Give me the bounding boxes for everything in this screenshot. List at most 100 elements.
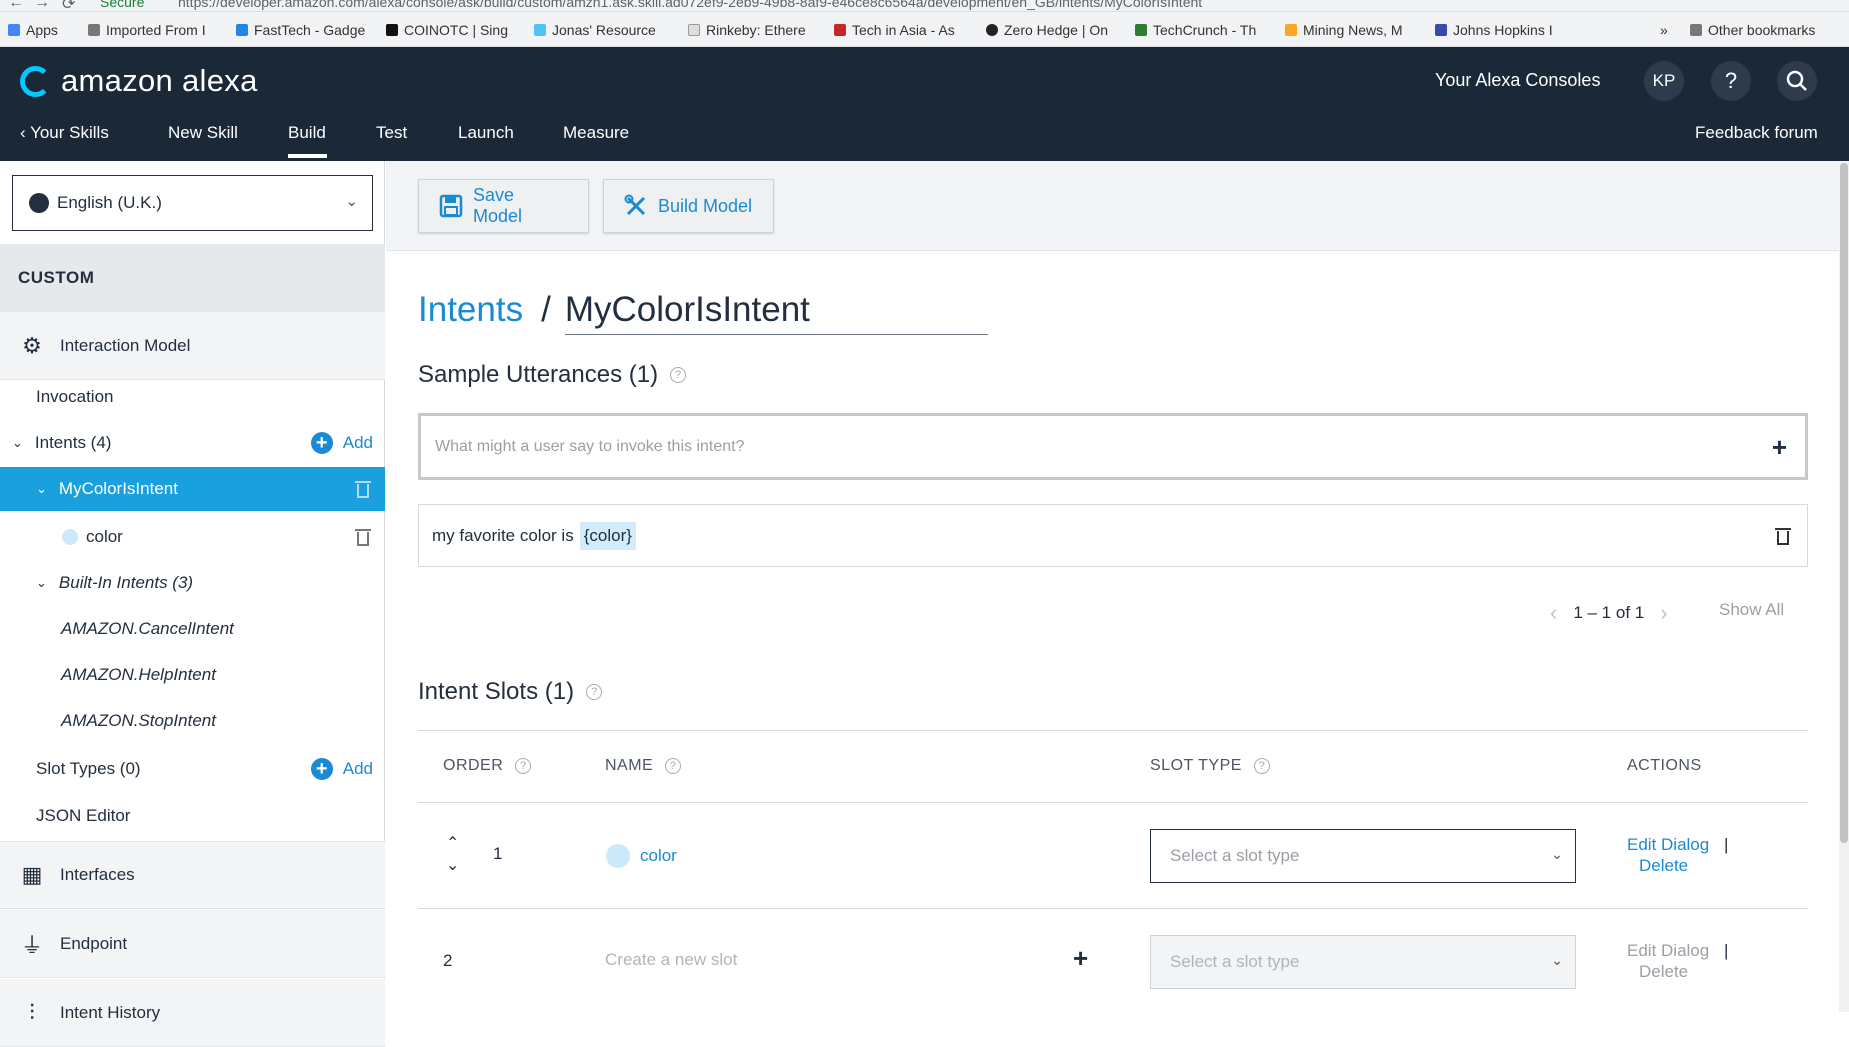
zerohedge-icon	[986, 24, 998, 36]
slot-dot-icon	[606, 844, 630, 868]
slot-order: 1	[493, 844, 503, 863]
help-icon[interactable]: ?	[670, 367, 687, 383]
consoles-menu[interactable]: Your Alexa Consoles	[1435, 70, 1600, 91]
reorder-control[interactable]: ⌃ ⌄	[446, 833, 459, 877]
alexa-logo[interactable]: amazon alexa	[20, 63, 258, 99]
bookmark-item[interactable]: Zero Hedge | On	[986, 22, 1108, 38]
sidebar-endpoint[interactable]: ⏚ Endpoint	[0, 910, 385, 978]
sidebar-item-mycolorisintent[interactable]: ⌄ MyColorIsIntent	[0, 467, 385, 511]
other-bookmarks[interactable]: Other bookmarks	[1690, 22, 1815, 38]
search-button[interactable]	[1777, 61, 1817, 101]
edit-dialog-link[interactable]: Edit Dialog	[1627, 941, 1709, 960]
sidebar-interfaces[interactable]: ▦ Interfaces	[0, 841, 385, 909]
help-icon[interactable]: ?	[515, 758, 532, 774]
delete-slot-icon[interactable]	[355, 527, 371, 547]
alexa-ring-icon	[20, 65, 51, 97]
sidebar-item-invocation[interactable]: Invocation	[0, 375, 385, 419]
url-field[interactable]: https://developer.amazon.com/alexa/conso…	[178, 0, 1202, 10]
save-model-button[interactable]: Save Model	[418, 179, 589, 233]
bookmark-item[interactable]: Jonas' Resource	[534, 22, 656, 38]
slot-type-select[interactable]: Select a slot type ⌄	[1150, 829, 1576, 883]
globe-icon	[29, 193, 49, 213]
breadcrumb-separator: /	[541, 290, 551, 329]
sidebar-item-cancel-intent[interactable]: AMAZON.CancelIntent	[0, 607, 385, 651]
nav-test[interactable]: Test	[376, 123, 407, 143]
chevron-right-icon[interactable]: ›	[1660, 600, 1667, 626]
nav-new-skill[interactable]: New Skill	[168, 123, 238, 143]
sidebar-intent-history[interactable]: ⫶ Intent History	[0, 979, 385, 1047]
slot-type-select[interactable]: Select a slot type ⌄	[1150, 935, 1576, 989]
sidebar-item-help-intent[interactable]: AMAZON.HelpIntent	[0, 653, 385, 697]
action-separator: |	[1723, 941, 1729, 960]
model-toolbar: Save Model Build Model	[386, 161, 1839, 251]
search-icon	[1786, 70, 1807, 91]
reload-icon[interactable]: ⟳	[62, 0, 75, 11]
slot-name-link[interactable]: color	[606, 844, 677, 868]
jonas-icon	[534, 24, 546, 36]
utterance-slot-chip[interactable]: {color}	[579, 521, 636, 550]
help-button[interactable]: ?	[1711, 61, 1751, 101]
sidebar-item-slot-color[interactable]: color	[0, 515, 385, 559]
bookmark-item[interactable]: Mining News, M	[1285, 22, 1403, 38]
user-avatar[interactable]: KP	[1644, 61, 1684, 101]
bookmark-item[interactable]: Imported From I	[88, 22, 206, 38]
delete-slot-link[interactable]: Delete	[1639, 962, 1688, 981]
delete-intent-icon[interactable]	[355, 479, 371, 499]
build-model-button[interactable]: Build Model	[603, 179, 774, 233]
utterance-pager: ‹ 1 – 1 of 1 ›	[1550, 600, 1668, 626]
sidebar-interaction-model[interactable]: ⚙ Interaction Model	[0, 312, 385, 380]
edit-dialog-link[interactable]: Edit Dialog	[1627, 835, 1709, 854]
bookmark-item[interactable]: Johns Hopkins I	[1435, 22, 1553, 38]
sidebar-item-json-editor[interactable]: JSON Editor	[0, 794, 385, 838]
sidebar-item-intents[interactable]: ⌄ Intents (4) + Add	[0, 421, 385, 465]
brand-name: amazon alexa	[61, 63, 258, 98]
techcrunch-icon	[1135, 24, 1147, 36]
custom-section-header: CUSTOM	[0, 244, 385, 312]
show-all-link[interactable]: Show All	[1719, 600, 1784, 620]
add-intent-button[interactable]: + Add	[310, 432, 373, 454]
scrollbar-thumb[interactable]	[1840, 163, 1848, 843]
nav-launch[interactable]: Launch	[458, 123, 514, 143]
bookmark-item[interactable]: TechCrunch - Th	[1135, 22, 1256, 38]
bookmark-item[interactable]: COINOTC | Sing	[386, 22, 508, 38]
sidebar-item-slot-types[interactable]: Slot Types (0) + Add	[0, 747, 385, 791]
intent-slots-title: Intent Slots (1) ?	[418, 678, 603, 706]
add-slot-type-button[interactable]: + Add	[310, 758, 373, 780]
forward-icon[interactable]: →	[34, 0, 50, 11]
intent-name-field[interactable]: MyColorIsIntent	[564, 290, 988, 335]
feedback-forum-link[interactable]: Feedback forum	[1695, 123, 1818, 143]
new-slot-input[interactable]: Create a new slot	[605, 950, 737, 970]
bookmark-item[interactable]: Tech in Asia - As	[834, 22, 955, 38]
nav-your-skills[interactable]: ‹ Your Skills	[20, 123, 109, 143]
bookmark-item[interactable]: FastTech - Gadge	[236, 22, 365, 38]
sidebar-item-stop-intent[interactable]: AMAZON.StopIntent	[0, 699, 385, 743]
utterance-input[interactable]: What might a user say to invoke this int…	[418, 413, 1808, 480]
bookmark-apps[interactable]: Apps	[8, 22, 58, 38]
top-navigation: amazon alexa Your Alexa Consoles KP ? ‹ …	[0, 47, 1849, 161]
delete-utterance-icon[interactable]	[1775, 526, 1791, 546]
breadcrumb-intents-link[interactable]: Intents	[418, 290, 523, 330]
tools-icon	[624, 194, 646, 216]
language-select[interactable]: English (U.K.) ⌄	[12, 175, 373, 231]
column-header-name: NAME?	[605, 757, 682, 775]
fasttech-icon	[236, 24, 248, 36]
nav-measure[interactable]: Measure	[563, 123, 629, 143]
chevron-up-icon[interactable]: ⌃	[446, 833, 459, 855]
utterance-row[interactable]: my favorite color is {color}	[418, 504, 1808, 567]
bookmarks-overflow[interactable]: »	[1660, 22, 1668, 38]
add-utterance-icon[interactable]: +	[1772, 432, 1787, 463]
delete-slot-link[interactable]: Delete	[1639, 856, 1688, 875]
help-icon[interactable]: ?	[665, 758, 682, 774]
coinotc-icon	[386, 24, 398, 36]
sidebar-item-builtin-intents[interactable]: ⌄ Built-In Intents (3)	[0, 561, 385, 605]
help-icon[interactable]: ?	[586, 684, 603, 700]
nav-build[interactable]: Build	[288, 123, 326, 143]
chevron-down-icon[interactable]: ⌄	[446, 855, 459, 877]
bookmark-item[interactable]: Rinkeby: Ethere	[688, 22, 806, 38]
back-icon[interactable]: ←	[8, 0, 24, 11]
save-icon	[439, 194, 463, 218]
help-icon[interactable]: ?	[1253, 758, 1270, 774]
sliders-icon: ⫶	[29, 999, 35, 1025]
chevron-left-icon[interactable]: ‹	[1550, 600, 1557, 626]
add-slot-icon[interactable]: +	[1073, 943, 1088, 974]
